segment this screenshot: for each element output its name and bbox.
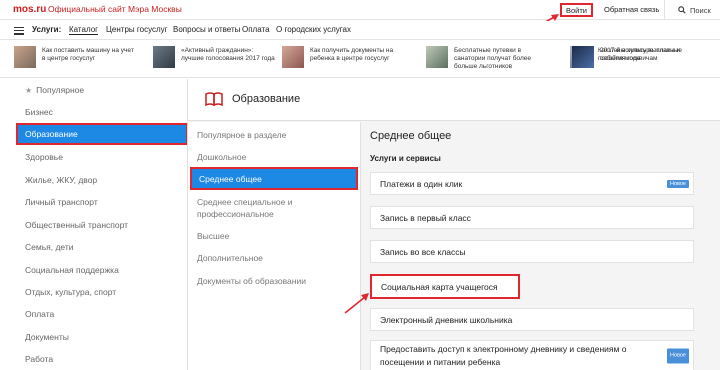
category-documents[interactable]: Документы <box>25 332 69 342</box>
category-housing[interactable]: Жилье, ЖКУ, двор <box>25 175 97 185</box>
news-thumbnail <box>14 46 36 68</box>
nav-label: Услуги: <box>32 25 62 34</box>
subcategory-popular[interactable]: Популярное в разделе <box>197 129 347 141</box>
annotation-arrow-social-card <box>344 293 369 314</box>
new-badge: Новое <box>666 348 689 364</box>
service-label: Предоставить доступ к электронному дневн… <box>380 344 627 367</box>
service-label: Социальная карта учащегося <box>381 281 498 292</box>
subcategory-preschool[interactable]: Дошкольное <box>197 151 347 163</box>
service-electronic-diary[interactable]: Электронный дневник школьника <box>370 308 694 331</box>
news-thumbnail <box>153 46 175 68</box>
news-thumbnail <box>572 46 594 68</box>
nav-faq[interactable]: Вопросы и ответы <box>173 25 240 34</box>
search-icon <box>678 6 686 14</box>
service-all-grades-enrollment[interactable]: Запись во все классы <box>370 240 694 263</box>
service-label: Запись в первый класс <box>380 212 471 223</box>
subcategory-additional[interactable]: Дополнительное <box>197 252 347 264</box>
service-label: Электронный дневник школьника <box>380 314 513 325</box>
service-one-click-payments[interactable]: Платежи в один клик Новое <box>370 172 694 195</box>
feedback-link[interactable]: Обратная связь <box>604 5 659 14</box>
service-label: Платежи в один клик <box>380 178 463 189</box>
category-popular[interactable]: ★ Популярное <box>25 85 84 95</box>
category-popular-label: Популярное <box>36 85 85 95</box>
news-thumbnail <box>282 46 304 68</box>
category-payment[interactable]: Оплата <box>25 309 54 319</box>
section-title: Образование <box>232 93 301 105</box>
search-button[interactable]: Поиск <box>664 0 720 20</box>
news-item[interactable]: 2017-й в культуре: главные события года <box>572 45 712 73</box>
news-text: Как поставить машину на учет в центре го… <box>42 47 134 62</box>
site-logo[interactable]: mos.ru <box>13 4 46 15</box>
service-student-social-card[interactable]: Социальная карта учащегося <box>370 274 520 299</box>
search-label: Поиск <box>690 5 711 15</box>
top-bar: mos.ru Официальный сайт Мэра Москвы Войт… <box>0 0 720 20</box>
book-icon <box>205 92 223 106</box>
catalog-main: ★ Популярное Бизнес Образование Здоровье… <box>0 79 720 370</box>
category-health[interactable]: Здоровье <box>25 152 63 162</box>
category-education[interactable]: Образование <box>16 123 188 145</box>
category-public-transport[interactable]: Общественный транспорт <box>25 220 128 230</box>
service-diary-access[interactable]: Предоставить доступ к электронному дневн… <box>370 340 694 370</box>
nav-payment[interactable]: Оплата <box>242 25 270 34</box>
subcategory-list: Популярное в разделе Дошкольное Среднее … <box>187 122 360 370</box>
news-text: Как получить документы на ребенка в цент… <box>310 47 394 62</box>
news-text: «Активный гражданин»: лучшие голосования… <box>181 47 275 62</box>
nav-about-services[interactable]: О городских услугах <box>276 25 351 34</box>
news-text: Бесплатные путевки в санатории получат б… <box>454 47 532 70</box>
category-social-support[interactable]: Социальная поддержка <box>25 265 119 275</box>
menu-icon[interactable] <box>14 27 24 37</box>
category-sidebar: ★ Популярное Бизнес Образование Здоровье… <box>0 79 188 370</box>
category-family[interactable]: Семья, дети <box>25 242 74 252</box>
services-panel: Среднее общее Услуги и сервисы Платежи в… <box>360 122 710 370</box>
category-business[interactable]: Бизнес <box>25 107 53 117</box>
subcategory-higher[interactable]: Высшее <box>197 230 347 242</box>
section-header: Образование <box>187 79 720 121</box>
login-button[interactable]: Войти <box>560 3 593 17</box>
subcategory-general-secondary[interactable]: Среднее общее <box>190 167 358 190</box>
category-personal-transport[interactable]: Личный транспорт <box>25 197 98 207</box>
content-title: Среднее общее <box>370 130 452 142</box>
nav-service-centers[interactable]: Центры госуслуг <box>106 25 168 34</box>
content-subtitle: Услуги и сервисы <box>370 154 441 163</box>
service-first-grade-enrollment[interactable]: Запись в первый класс <box>370 206 694 229</box>
star-icon: ★ <box>25 85 33 95</box>
news-thumbnail <box>426 46 448 68</box>
services-nav: Услуги: Каталог Центры госуслуг Вопросы … <box>0 21 720 40</box>
category-leisure[interactable]: Отдых, культура, спорт <box>25 287 116 297</box>
subcategory-documents[interactable]: Документы об образовании <box>197 275 347 287</box>
category-work[interactable]: Работа <box>25 354 53 364</box>
new-badge: Новое <box>666 179 689 188</box>
site-title[interactable]: Официальный сайт Мэра Москвы <box>48 4 182 14</box>
subcategory-vocational[interactable]: Среднее специальное и профессиональное <box>197 196 347 220</box>
service-label: Запись во все классы <box>380 246 466 257</box>
nav-catalog[interactable]: Каталог <box>69 25 99 35</box>
news-text: 2017-й в культуре: главные события года <box>600 47 683 62</box>
